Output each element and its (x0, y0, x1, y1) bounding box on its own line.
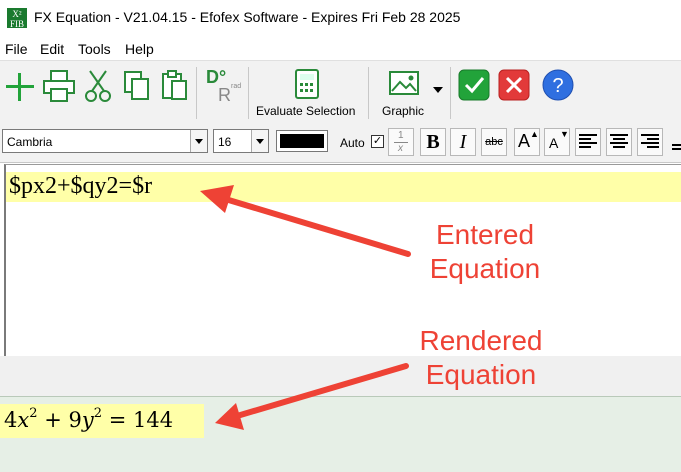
rendered-equation-annotation: Rendered Equation (419, 325, 543, 390)
rendered-arrow-icon (215, 363, 409, 430)
annotation-arrows (200, 185, 411, 430)
entered-equation-annotation: Entered Equation (429, 219, 541, 284)
entered-arrow-icon (200, 185, 411, 257)
